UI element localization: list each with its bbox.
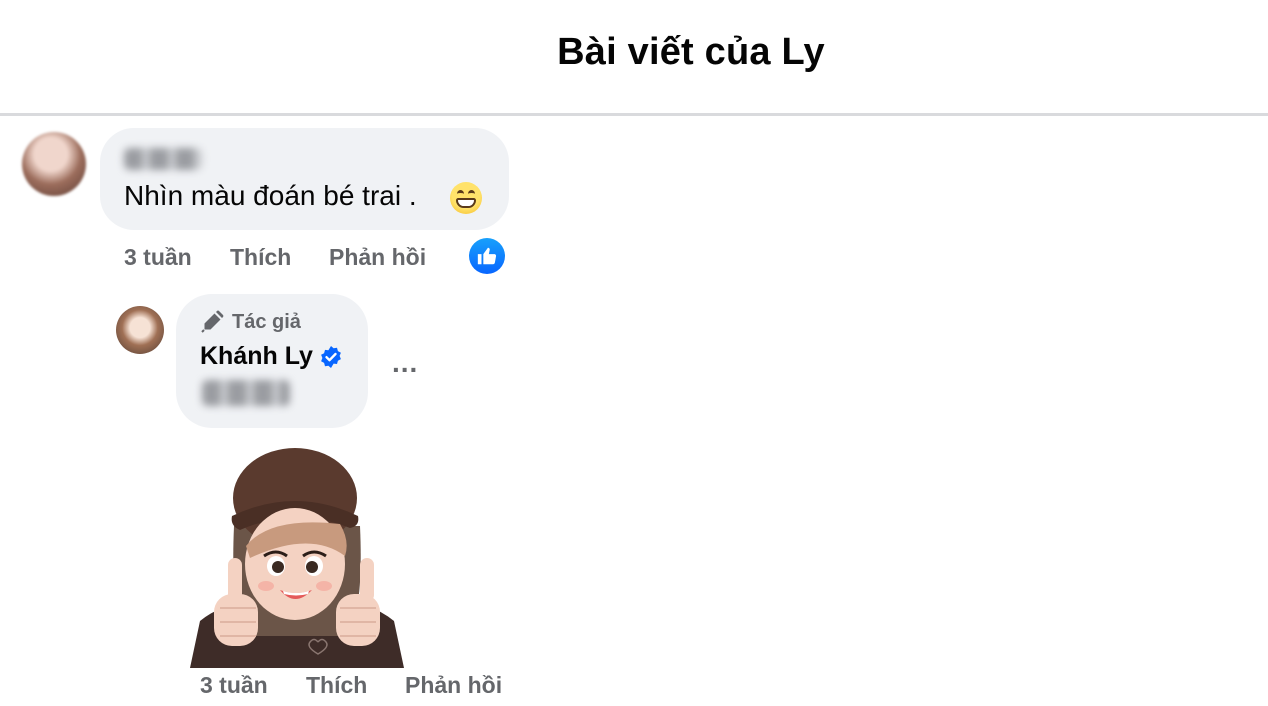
reply-time[interactable]: 3 tuần <box>200 672 268 699</box>
author-name[interactable]: Khánh Ly <box>200 342 343 371</box>
reply-reply-button[interactable]: Phản hồi <box>405 672 502 699</box>
comment-like-button[interactable]: Thích <box>230 244 291 271</box>
reply-text-blurred <box>202 380 290 406</box>
author-badge: Tác giả <box>200 310 301 334</box>
grinning-face-emoji-icon <box>450 182 482 214</box>
thumbs-up-icon <box>477 247 497 265</box>
reply-like-button[interactable]: Thích <box>306 672 367 699</box>
pencil-icon <box>201 310 224 333</box>
more-options-icon[interactable]: ... <box>392 347 418 379</box>
comment-bubble: Nhìn màu đoán bé trai . <box>100 128 509 230</box>
author-name-label: Khánh Ly <box>200 342 313 370</box>
comment-time[interactable]: 3 tuần <box>124 244 192 271</box>
author-avatar[interactable] <box>116 306 164 354</box>
page-header: Bài viết của Ly <box>0 0 1268 116</box>
author-badge-label: Tác giả <box>232 310 301 333</box>
reply-bubble: Tác giả Khánh Ly <box>176 294 368 428</box>
avatar-thumbs-up-sticker <box>190 448 404 668</box>
commenter-avatar[interactable] <box>22 132 86 196</box>
like-reaction-icon[interactable] <box>469 238 505 274</box>
comment-reply-button[interactable]: Phản hồi <box>329 244 426 271</box>
comment-text: Nhìn màu đoán bé trai . <box>124 180 417 211</box>
verified-badge-icon <box>321 345 341 368</box>
commenter-name-blurred[interactable] <box>124 148 202 170</box>
page-title: Bài viết của Ly <box>557 31 825 73</box>
